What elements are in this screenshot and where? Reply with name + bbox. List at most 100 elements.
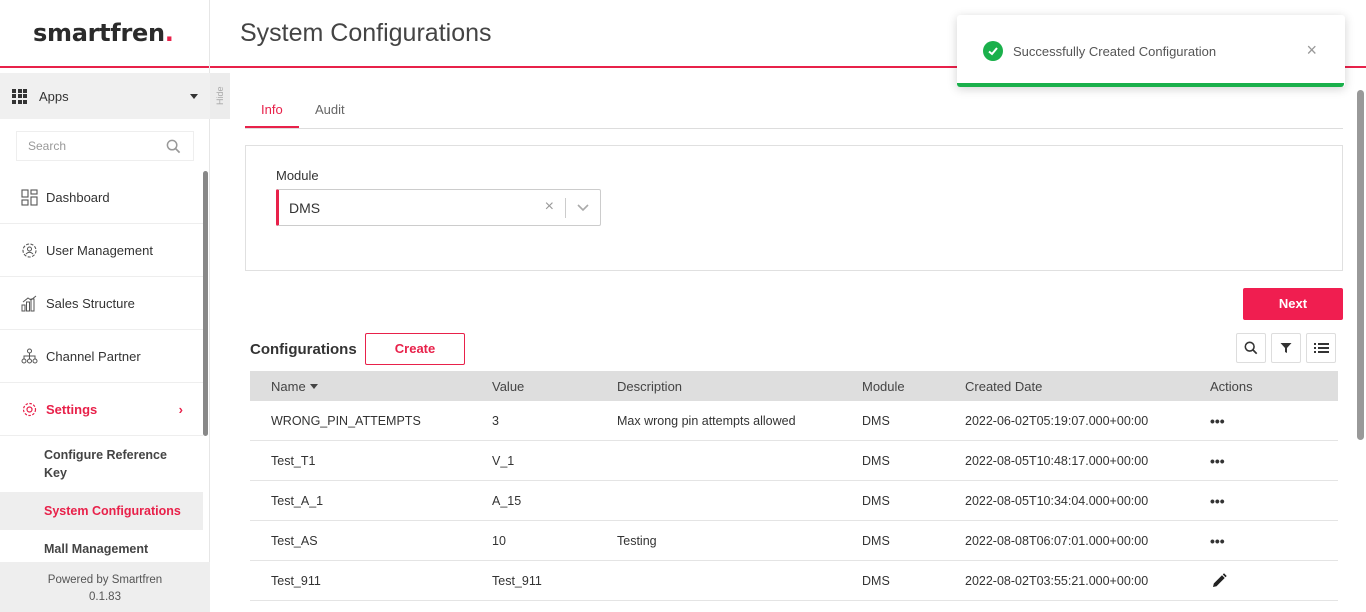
sort-desc-icon xyxy=(309,383,318,389)
sidebar-item-user-management[interactable]: User Management xyxy=(0,224,203,277)
search-icon xyxy=(1244,341,1258,355)
sidebar-scrollbar[interactable] xyxy=(203,171,208,436)
cell-name: Test_911 xyxy=(271,573,321,588)
cell-name: WRONG_PIN_ATTEMPTS xyxy=(271,413,421,428)
next-button[interactable]: Next xyxy=(1243,288,1343,320)
sidebar-item-label: Channel Partner xyxy=(46,348,141,364)
bar-chart-icon xyxy=(20,294,38,312)
toast-message: Successfully Created Configuration xyxy=(1013,44,1217,59)
hide-sidebar-toggle[interactable]: Hide xyxy=(210,73,230,119)
search-icon xyxy=(166,139,181,154)
success-toast: Successfully Created Configuration × xyxy=(957,15,1345,87)
sidebar-item-label: User Management xyxy=(46,242,153,258)
toast-progress-bar xyxy=(957,83,1344,87)
sidebar-item-label: Sales Structure xyxy=(46,295,135,311)
cell-value: A_15 xyxy=(492,493,522,508)
sidebar-item-label: Dashboard xyxy=(46,189,110,205)
sidebar-item-label: Settings xyxy=(46,401,98,417)
search-placeholder: Search xyxy=(28,139,67,153)
cell-module: DMS xyxy=(862,573,890,588)
more-actions-icon[interactable]: ••• xyxy=(1210,521,1225,560)
cell-created-date: 2022-08-08T06:07:01.000+00:00 xyxy=(965,533,1149,548)
cell-name: Test_AS xyxy=(271,533,318,548)
table-filter-button[interactable] xyxy=(1271,333,1301,363)
cell-module: DMS xyxy=(862,413,890,428)
gear-icon xyxy=(20,400,38,418)
column-header-value[interactable]: Value xyxy=(492,371,524,401)
powered-by-text: Powered by Smartfren xyxy=(47,574,163,586)
apps-label: Apps xyxy=(39,88,69,104)
module-label: Module xyxy=(276,168,319,183)
smartfren-logo[interactable]: smartfren. xyxy=(33,19,174,47)
tab-bar: Info Audit xyxy=(245,92,1343,129)
cell-created-date: 2022-06-02T05:19:07.000+00:00 xyxy=(965,413,1149,428)
cell-name: Test_T1 xyxy=(271,453,316,468)
cell-value: 10 xyxy=(492,533,506,548)
column-header-name[interactable]: Name xyxy=(271,371,318,401)
table-header: Name Value Description Module Created Da… xyxy=(250,371,1338,401)
table-columns-button[interactable] xyxy=(1306,333,1336,363)
sidebar-menu: Dashboard User Management Sales Structur… xyxy=(0,171,203,568)
column-header-actions: Actions xyxy=(1210,378,1253,394)
clear-icon[interactable]: × xyxy=(545,198,554,216)
success-check-icon xyxy=(983,41,1003,61)
filter-icon xyxy=(1280,343,1292,353)
column-header-created-date[interactable]: Created Date xyxy=(965,371,1042,401)
chevron-down-icon[interactable] xyxy=(576,200,590,214)
table-search-button[interactable] xyxy=(1236,333,1266,363)
cell-value: Test_911 xyxy=(492,573,542,588)
more-actions-icon[interactable]: ••• xyxy=(1210,481,1225,520)
cell-created-date: 2022-08-05T10:48:17.000+00:00 xyxy=(965,453,1149,468)
more-actions-icon[interactable]: ••• xyxy=(1210,401,1225,440)
table-row[interactable]: Test_A_1 A_15 DMS 2022-08-05T10:34:04.00… xyxy=(250,481,1338,521)
cell-module: DMS xyxy=(862,533,890,548)
module-select-value: DMS xyxy=(289,200,321,216)
user-gear-icon xyxy=(20,241,38,259)
sidebar-item-channel-partner[interactable]: Channel Partner xyxy=(0,330,203,383)
active-tab-indicator xyxy=(245,126,299,128)
configurations-table: Name Value Description Module Created Da… xyxy=(250,371,1338,601)
sidebar: smartfren. Apps Search Dashboard User Ma… xyxy=(0,0,210,612)
dashboard-icon xyxy=(20,188,38,206)
cell-created-date: 2022-08-05T10:34:04.000+00:00 xyxy=(965,493,1149,508)
page-scrollbar[interactable] xyxy=(1357,90,1364,440)
table-row[interactable]: Test_AS 10 Testing DMS 2022-08-08T06:07:… xyxy=(250,521,1338,561)
apps-switcher[interactable]: Apps xyxy=(0,73,210,119)
column-header-description[interactable]: Description xyxy=(617,371,682,401)
caret-down-icon xyxy=(190,94,198,99)
page-title: System Configurations xyxy=(240,19,492,47)
sidebar-item-settings[interactable]: Settings › xyxy=(0,383,203,436)
more-actions-icon[interactable]: ••• xyxy=(1210,441,1225,480)
tab-audit[interactable]: Audit xyxy=(315,102,345,117)
close-icon[interactable]: × xyxy=(1306,40,1317,61)
table-row[interactable]: Test_911 Test_911 DMS 2022-08-02T03:55:2… xyxy=(250,561,1338,601)
cell-description: Max wrong pin attempts allowed xyxy=(617,413,796,428)
version-text: 0.1.83 xyxy=(89,591,121,603)
tab-info[interactable]: Info xyxy=(261,102,283,117)
list-icon xyxy=(1313,343,1329,353)
cell-created-date: 2022-08-02T03:55:21.000+00:00 xyxy=(965,573,1149,588)
sidebar-item-dashboard[interactable]: Dashboard xyxy=(0,171,203,224)
cell-module: DMS xyxy=(862,493,890,508)
configurations-title: Configurations xyxy=(250,341,357,358)
sidebar-search-input[interactable]: Search xyxy=(16,131,194,161)
create-button[interactable]: Create xyxy=(365,333,465,365)
logo-area: smartfren. xyxy=(0,0,209,68)
cell-description: Testing xyxy=(617,533,657,548)
sidebar-footer: Powered by Smartfren 0.1.83 xyxy=(0,562,210,612)
cell-name: Test_A_1 xyxy=(271,493,324,508)
table-row[interactable]: Test_T1 V_1 DMS 2022-08-05T10:48:17.000+… xyxy=(250,441,1338,481)
module-select[interactable]: DMS × xyxy=(276,189,601,226)
sidebar-subitem-configure-reference-key[interactable]: Configure Reference Key xyxy=(0,436,203,492)
edit-icon[interactable] xyxy=(1210,561,1228,600)
apps-grid-icon xyxy=(12,88,27,104)
select-separator xyxy=(565,198,566,218)
network-icon xyxy=(20,347,38,365)
table-row[interactable]: WRONG_PIN_ATTEMPTS 3 Max wrong pin attem… xyxy=(250,401,1338,441)
module-filter-card: Module DMS × xyxy=(245,145,1343,271)
sidebar-subitem-system-configurations[interactable]: System Configurations xyxy=(0,492,203,530)
chevron-right-icon: › xyxy=(178,402,183,417)
cell-value: 3 xyxy=(492,413,499,428)
sidebar-item-sales-structure[interactable]: Sales Structure xyxy=(0,277,203,330)
column-header-module[interactable]: Module xyxy=(862,371,905,401)
